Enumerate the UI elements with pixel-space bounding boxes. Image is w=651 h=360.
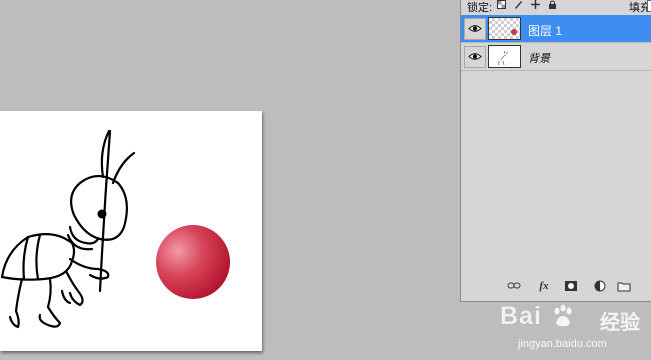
new-group-icon[interactable] [617, 280, 631, 292]
lock-bar: 锁定: 填充: [461, 0, 651, 14]
watermark-url: jingyan.baidu.com [518, 338, 607, 350]
canvas-artwork [0, 129, 230, 329]
layer-thumbnail [488, 17, 521, 40]
layer-visibility-toggle[interactable] [464, 18, 486, 40]
layer-row-1[interactable]: 图层 1 [461, 15, 651, 43]
ant-drawing [0, 129, 136, 329]
document-canvas[interactable] [0, 111, 262, 351]
adjustment-layer-icon[interactable] [593, 280, 607, 292]
lock-all-icon[interactable] [548, 0, 557, 9]
lock-label: 锁定: [467, 2, 493, 14]
layers-bottom-bar: fx [461, 276, 651, 298]
layers-panel: 锁定: 填充: 图层 1 [460, 0, 651, 302]
layer-thumbnail [488, 45, 521, 68]
layer-mask-icon[interactable] [564, 280, 578, 292]
layer-row-background[interactable]: 背景 [461, 43, 651, 71]
lock-transparent-pixels-icon[interactable] [497, 0, 506, 9]
baidu-jingyan-watermark: Bai 经验 jingyan.baidu.com [500, 300, 650, 360]
link-icon[interactable] [507, 280, 521, 292]
lock-image-pixels-icon[interactable] [514, 0, 523, 9]
eye-icon [468, 25, 482, 32]
watermark-brand: Bai [500, 302, 542, 330]
fill-field[interactable] [647, 0, 651, 12]
layer-visibility-toggle[interactable] [464, 46, 486, 68]
sphere-thumbnail-dot [511, 29, 517, 35]
ant-eye [97, 209, 107, 219]
red-sphere [156, 225, 230, 299]
watermark-cn-text: 经验 [600, 312, 640, 334]
lock-position-icon[interactable] [531, 0, 540, 9]
layer-name[interactable]: 图层 1 [528, 22, 562, 39]
layer-name[interactable]: 背景 [528, 50, 550, 66]
eye-icon [468, 53, 482, 60]
ant-thumbnail-icon [498, 50, 509, 66]
baidu-paw-icon [554, 304, 572, 327]
fx-icon[interactable]: fx [537, 280, 551, 292]
